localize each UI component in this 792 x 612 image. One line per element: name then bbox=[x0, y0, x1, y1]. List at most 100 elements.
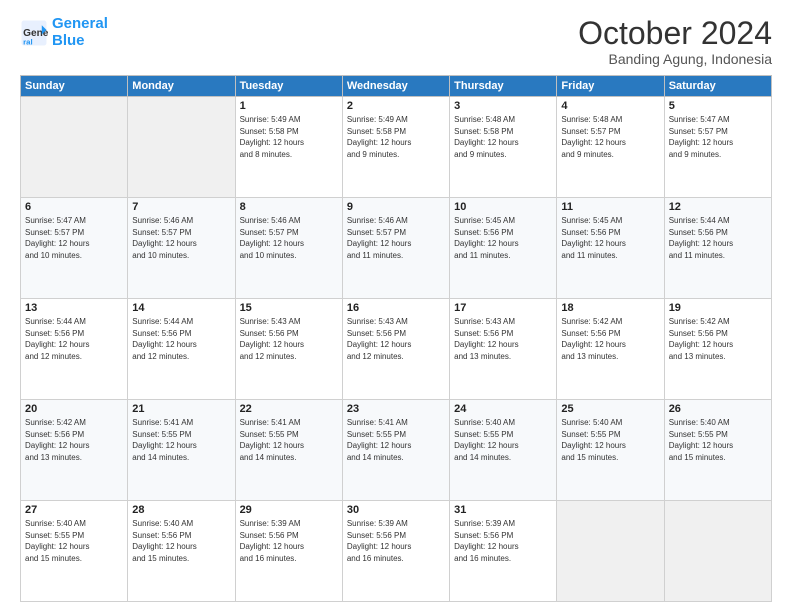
day-info: Sunrise: 5:48 AM Sunset: 5:58 PM Dayligh… bbox=[454, 114, 552, 160]
day-number: 16 bbox=[347, 302, 445, 314]
calendar-week-row: 20Sunrise: 5:42 AM Sunset: 5:56 PM Dayli… bbox=[21, 400, 772, 501]
calendar-cell: 12Sunrise: 5:44 AM Sunset: 5:56 PM Dayli… bbox=[664, 198, 771, 299]
day-number: 8 bbox=[240, 201, 338, 213]
day-number: 22 bbox=[240, 403, 338, 415]
calendar-header-row: SundayMondayTuesdayWednesdayThursdayFrid… bbox=[21, 76, 772, 97]
day-info: Sunrise: 5:43 AM Sunset: 5:56 PM Dayligh… bbox=[347, 316, 445, 362]
day-info: Sunrise: 5:42 AM Sunset: 5:56 PM Dayligh… bbox=[669, 316, 767, 362]
weekday-header: Thursday bbox=[450, 76, 557, 97]
day-info: Sunrise: 5:45 AM Sunset: 5:56 PM Dayligh… bbox=[454, 215, 552, 261]
day-number: 10 bbox=[454, 201, 552, 213]
day-number: 14 bbox=[132, 302, 230, 314]
day-info: Sunrise: 5:49 AM Sunset: 5:58 PM Dayligh… bbox=[347, 114, 445, 160]
day-info: Sunrise: 5:40 AM Sunset: 5:55 PM Dayligh… bbox=[25, 518, 123, 564]
day-number: 26 bbox=[669, 403, 767, 415]
calendar-cell bbox=[128, 97, 235, 198]
calendar-cell: 23 Sunrise: 5:41 AM Sunset: 5:55 PM Dayli… bbox=[342, 400, 449, 501]
calendar-cell: 31 Sunrise: 5:39 AM Sunset: 5:56 PM Dayli… bbox=[450, 501, 557, 602]
day-info: Sunrise: 5:47 AM Sunset: 5:57 PM Dayligh… bbox=[25, 215, 123, 261]
calendar-cell: 29Sunrise: 5:39 AM Sunset: 5:56 PM Dayli… bbox=[235, 501, 342, 602]
logo-line2: Blue bbox=[52, 32, 85, 49]
calendar-cell: 5 Sunrise: 5:47 AM Sunset: 5:57 PM Daylig… bbox=[664, 97, 771, 198]
logo-text: General Blue bbox=[52, 16, 108, 49]
header: Gene ral General Blue October 2024 Bandi… bbox=[20, 16, 772, 67]
calendar-cell bbox=[21, 97, 128, 198]
calendar-cell: 13Sunrise: 5:44 AM Sunset: 5:56 PM Dayli… bbox=[21, 299, 128, 400]
calendar-cell bbox=[557, 501, 664, 602]
day-number: 30 bbox=[347, 504, 445, 516]
calendar-cell: 17Sunrise: 5:43 AM Sunset: 5:56 PM Dayli… bbox=[450, 299, 557, 400]
day-number: 19 bbox=[669, 302, 767, 314]
calendar-cell: 27Sunrise: 5:40 AM Sunset: 5:55 PM Dayli… bbox=[21, 501, 128, 602]
day-info: Sunrise: 5:44 AM Sunset: 5:56 PM Dayligh… bbox=[25, 316, 123, 362]
day-info: Sunrise: 5:39 AM Sunset: 5:56 PM Dayligh… bbox=[454, 518, 552, 564]
calendar-cell: 24 Sunrise: 5:40 AM Sunset: 5:55 PM Dayli… bbox=[450, 400, 557, 501]
calendar-cell: 1 Sunrise: 5:49 AM Sunset: 5:58 PM Daylig… bbox=[235, 97, 342, 198]
day-info: Sunrise: 5:39 AM Sunset: 5:56 PM Dayligh… bbox=[347, 518, 445, 564]
weekday-header: Saturday bbox=[664, 76, 771, 97]
calendar-week-row: 27Sunrise: 5:40 AM Sunset: 5:55 PM Dayli… bbox=[21, 501, 772, 602]
day-info: Sunrise: 5:41 AM Sunset: 5:55 PM Dayligh… bbox=[132, 417, 230, 463]
day-number: 5 bbox=[669, 100, 767, 112]
calendar-cell: 19 Sunrise: 5:42 AM Sunset: 5:56 PM Dayli… bbox=[664, 299, 771, 400]
day-info: Sunrise: 5:46 AM Sunset: 5:57 PM Dayligh… bbox=[240, 215, 338, 261]
calendar-cell: 15 Sunrise: 5:43 AM Sunset: 5:56 PM Dayli… bbox=[235, 299, 342, 400]
day-number: 25 bbox=[561, 403, 659, 415]
calendar-cell: 26Sunrise: 5:40 AM Sunset: 5:55 PM Dayli… bbox=[664, 400, 771, 501]
calendar-cell: 28 Sunrise: 5:40 AM Sunset: 5:56 PM Dayli… bbox=[128, 501, 235, 602]
calendar-cell: 16 Sunrise: 5:43 AM Sunset: 5:56 PM Dayli… bbox=[342, 299, 449, 400]
logo: Gene ral General Blue bbox=[20, 16, 108, 49]
day-info: Sunrise: 5:39 AM Sunset: 5:56 PM Dayligh… bbox=[240, 518, 338, 564]
day-number: 3 bbox=[454, 100, 552, 112]
day-number: 11 bbox=[561, 201, 659, 213]
day-number: 9 bbox=[347, 201, 445, 213]
day-info: Sunrise: 5:41 AM Sunset: 5:55 PM Dayligh… bbox=[347, 417, 445, 463]
calendar-cell: 18Sunrise: 5:42 AM Sunset: 5:56 PM Dayli… bbox=[557, 299, 664, 400]
day-number: 31 bbox=[454, 504, 552, 516]
page: Gene ral General Blue October 2024 Bandi… bbox=[0, 0, 792, 612]
weekday-header: Sunday bbox=[21, 76, 128, 97]
calendar-cell: 9 Sunrise: 5:46 AM Sunset: 5:57 PM Daylig… bbox=[342, 198, 449, 299]
calendar-cell: 8 Sunrise: 5:46 AM Sunset: 5:57 PM Daylig… bbox=[235, 198, 342, 299]
day-number: 12 bbox=[669, 201, 767, 213]
logo-icon: Gene ral bbox=[20, 19, 48, 47]
day-info: Sunrise: 5:49 AM Sunset: 5:58 PM Dayligh… bbox=[240, 114, 338, 160]
day-number: 6 bbox=[25, 201, 123, 213]
day-number: 2 bbox=[347, 100, 445, 112]
day-info: Sunrise: 5:42 AM Sunset: 5:56 PM Dayligh… bbox=[25, 417, 123, 463]
calendar-week-row: 6 Sunrise: 5:47 AM Sunset: 5:57 PM Daylig… bbox=[21, 198, 772, 299]
day-number: 23 bbox=[347, 403, 445, 415]
weekday-header: Monday bbox=[128, 76, 235, 97]
day-info: Sunrise: 5:40 AM Sunset: 5:56 PM Dayligh… bbox=[132, 518, 230, 564]
day-number: 15 bbox=[240, 302, 338, 314]
weekday-header: Wednesday bbox=[342, 76, 449, 97]
day-info: Sunrise: 5:45 AM Sunset: 5:56 PM Dayligh… bbox=[561, 215, 659, 261]
day-info: Sunrise: 5:40 AM Sunset: 5:55 PM Dayligh… bbox=[454, 417, 552, 463]
day-number: 18 bbox=[561, 302, 659, 314]
day-info: Sunrise: 5:46 AM Sunset: 5:57 PM Dayligh… bbox=[347, 215, 445, 261]
day-info: Sunrise: 5:44 AM Sunset: 5:56 PM Dayligh… bbox=[132, 316, 230, 362]
calendar-cell: 10 Sunrise: 5:45 AM Sunset: 5:56 PM Dayli… bbox=[450, 198, 557, 299]
day-info: Sunrise: 5:48 AM Sunset: 5:57 PM Dayligh… bbox=[561, 114, 659, 160]
month-title: October 2024 bbox=[578, 16, 772, 51]
calendar-cell: 2 Sunrise: 5:49 AM Sunset: 5:58 PM Daylig… bbox=[342, 97, 449, 198]
day-number: 24 bbox=[454, 403, 552, 415]
day-info: Sunrise: 5:43 AM Sunset: 5:56 PM Dayligh… bbox=[454, 316, 552, 362]
calendar-week-row: 1 Sunrise: 5:49 AM Sunset: 5:58 PM Daylig… bbox=[21, 97, 772, 198]
day-info: Sunrise: 5:47 AM Sunset: 5:57 PM Dayligh… bbox=[669, 114, 767, 160]
day-info: Sunrise: 5:46 AM Sunset: 5:57 PM Dayligh… bbox=[132, 215, 230, 261]
weekday-header: Friday bbox=[557, 76, 664, 97]
day-number: 28 bbox=[132, 504, 230, 516]
day-number: 7 bbox=[132, 201, 230, 213]
day-number: 1 bbox=[240, 100, 338, 112]
logo-line1: General bbox=[52, 15, 108, 32]
day-info: Sunrise: 5:43 AM Sunset: 5:56 PM Dayligh… bbox=[240, 316, 338, 362]
calendar-cell: 20Sunrise: 5:42 AM Sunset: 5:56 PM Dayli… bbox=[21, 400, 128, 501]
weekday-header: Tuesday bbox=[235, 76, 342, 97]
calendar-cell: 6 Sunrise: 5:47 AM Sunset: 5:57 PM Daylig… bbox=[21, 198, 128, 299]
calendar-cell: 21Sunrise: 5:41 AM Sunset: 5:55 PM Dayli… bbox=[128, 400, 235, 501]
calendar-table: SundayMondayTuesdayWednesdayThursdayFrid… bbox=[20, 75, 772, 602]
calendar-week-row: 13Sunrise: 5:44 AM Sunset: 5:56 PM Dayli… bbox=[21, 299, 772, 400]
calendar-cell: 11 Sunrise: 5:45 AM Sunset: 5:56 PM Dayli… bbox=[557, 198, 664, 299]
title-block: October 2024 Banding Agung, Indonesia bbox=[578, 16, 772, 67]
